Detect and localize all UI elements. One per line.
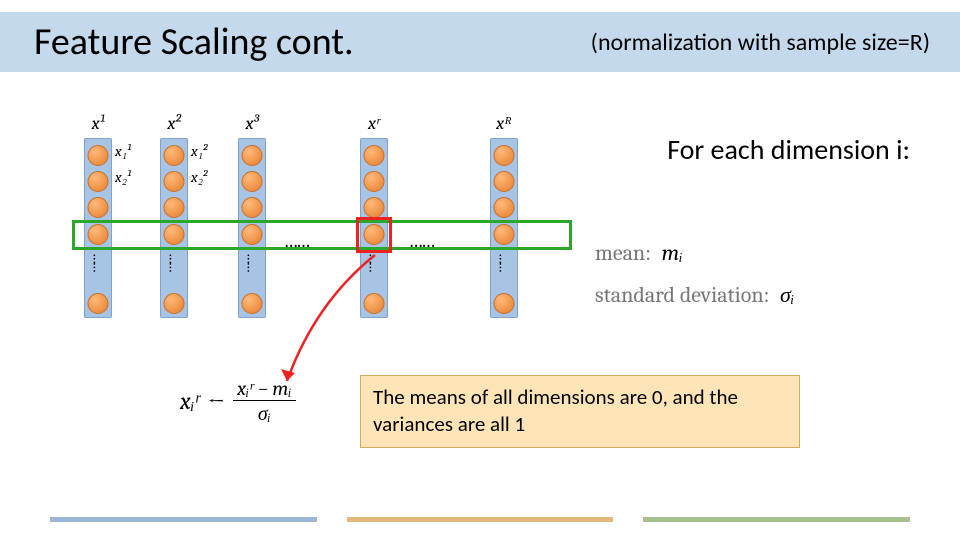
data-ball	[242, 197, 263, 218]
col-label-3: x³	[245, 113, 258, 134]
data-ball	[242, 171, 263, 192]
element-label: x₂¹	[115, 168, 131, 187]
data-ball	[494, 197, 515, 218]
data-ball	[494, 293, 515, 314]
data-ball	[164, 197, 185, 218]
slide-title: Feature Scaling cont.	[34, 19, 354, 65]
mean-line: mean: mᵢ	[595, 240, 683, 266]
formula-numerator: xᵢʳ − mᵢ	[233, 378, 296, 401]
element-label: x₁¹	[115, 142, 131, 161]
footer-decoration	[0, 517, 960, 522]
data-ball	[88, 197, 109, 218]
data-ball	[164, 293, 185, 314]
col-label-1: x¹	[92, 113, 105, 134]
mean-label: mean:	[595, 240, 651, 266]
col-label-2: x²	[167, 113, 180, 134]
data-ball	[364, 171, 385, 192]
footer-bar-2	[347, 517, 614, 522]
element-label: x₁²	[191, 142, 207, 161]
footer-bar-1	[50, 517, 317, 522]
data-ball	[88, 171, 109, 192]
formula-denominator: σᵢ	[258, 401, 271, 425]
data-ball	[494, 171, 515, 192]
arrow-icon	[275, 253, 395, 393]
for-each-text: For each dimension i:	[667, 132, 910, 167]
element-highlight-box	[356, 217, 392, 253]
std-label: standard deviation:	[595, 282, 769, 308]
slide-subtitle: (normalization with sample size=R)	[591, 28, 930, 57]
mean-symbol: mᵢ	[662, 240, 683, 266]
assignment-arrow-icon: ←	[208, 389, 225, 415]
data-matrix-diagram: x¹ …… x₁¹ x₂¹ x² …… x₁² x₂² x³ …… …… xʳ	[60, 110, 590, 360]
row-highlight-box	[72, 220, 572, 250]
col-label-R: xᴿ	[496, 113, 512, 134]
data-ball	[164, 171, 185, 192]
data-ball	[364, 145, 385, 166]
element-label: x₂²	[191, 168, 207, 187]
data-ball	[88, 145, 109, 166]
vertical-dots-icon: ……	[166, 254, 183, 271]
normalization-formula: xᵢʳ ← xᵢʳ − mᵢ σᵢ	[180, 378, 296, 425]
footer-bar-3	[643, 517, 910, 522]
data-ball	[164, 145, 185, 166]
data-ball	[242, 293, 263, 314]
result-callout: The means of all dimensions are 0, and t…	[360, 375, 800, 448]
vertical-dots-icon: ……	[496, 254, 513, 271]
data-ball	[494, 145, 515, 166]
col-label-r: xʳ	[368, 113, 380, 134]
data-ball	[364, 197, 385, 218]
formula-lhs: xᵢʳ	[180, 387, 200, 416]
std-symbol: σᵢ	[780, 282, 794, 308]
title-bar: Feature Scaling cont. (normalization wit…	[0, 12, 960, 72]
data-ball	[88, 293, 109, 314]
vertical-dots-icon: ……	[90, 254, 107, 271]
std-line: standard deviation: σᵢ	[595, 282, 794, 308]
data-ball	[242, 145, 263, 166]
formula-fraction: xᵢʳ − mᵢ σᵢ	[233, 378, 296, 425]
vertical-dots-icon: ……	[244, 254, 261, 271]
